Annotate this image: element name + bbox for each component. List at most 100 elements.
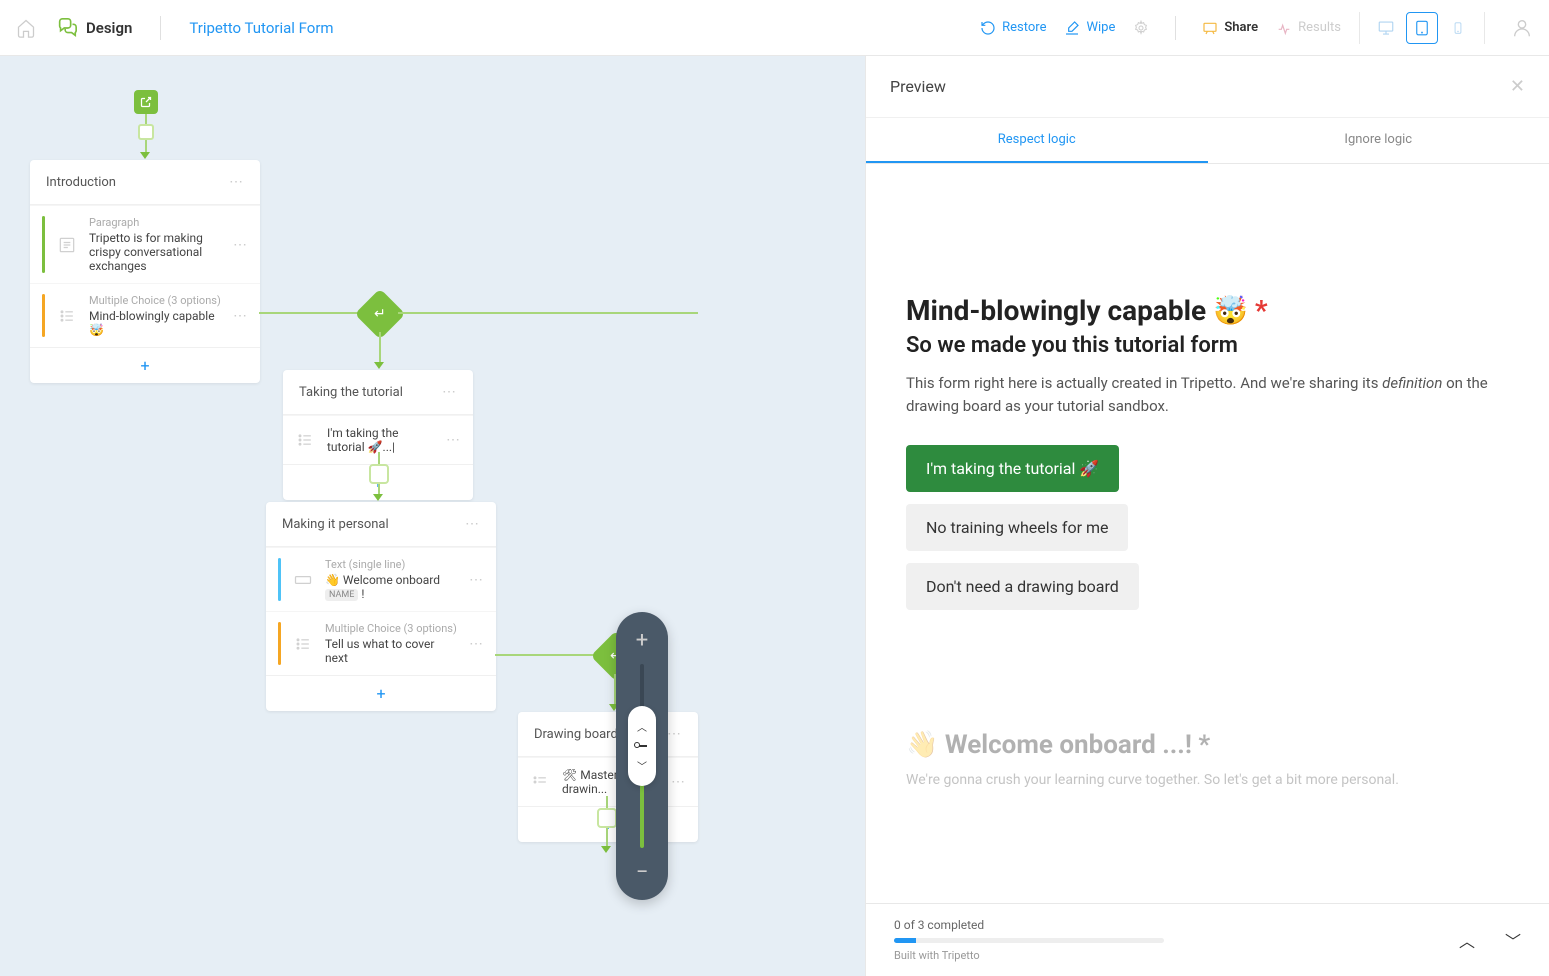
row-menu-icon[interactable]: ⋯ <box>469 572 484 588</box>
design-canvas[interactable]: Introduction ⋯ Paragraph Tripetto is for… <box>0 56 865 976</box>
upcoming-description: We're gonna crush your learning curve to… <box>906 770 1509 791</box>
zoom-in-button[interactable]: + <box>616 624 668 656</box>
divider <box>160 16 161 40</box>
node-menu-icon[interactable]: ⋯ <box>442 384 457 400</box>
arrow-icon <box>140 152 150 159</box>
upcoming-question: 👋 Welcome onboard ...! * We're gonna cru… <box>906 730 1509 791</box>
zoom-out-button[interactable]: − <box>616 856 668 888</box>
node-header[interactable]: Introduction ⋯ <box>30 160 260 205</box>
design-label: Design <box>86 19 132 37</box>
restore-icon <box>980 20 996 36</box>
node-row[interactable]: Multiple Choice (3 options) Tell us what… <box>266 611 496 675</box>
tab-respect-logic[interactable]: Respect logic <box>866 118 1208 163</box>
choice-list: I'm taking the tutorial 🚀 No training wh… <box>906 445 1509 620</box>
choice-option[interactable]: No training wheels for me <box>906 504 1128 551</box>
row-menu-icon[interactable]: ⋯ <box>671 774 686 790</box>
question-subtitle: So we made you this tutorial form <box>906 333 1509 358</box>
node-menu-icon[interactable]: ⋯ <box>667 726 682 742</box>
device-selector <box>1359 12 1485 44</box>
design-tab[interactable]: Design <box>56 17 132 39</box>
mobile-device-button[interactable] <box>1442 12 1474 44</box>
arrow-icon <box>601 846 611 853</box>
node-row[interactable]: Text (single line) 👋 Welcome onboard NAM… <box>266 547 496 611</box>
share-button[interactable]: Share <box>1202 20 1258 36</box>
start-node-icon[interactable] <box>134 90 158 114</box>
node-menu-icon[interactable]: ⋯ <box>465 516 480 532</box>
chevron-up-icon: ︿ <box>637 719 647 734</box>
home-icon[interactable] <box>16 18 36 38</box>
connector <box>398 312 698 314</box>
node-menu-icon[interactable]: ⋯ <box>229 174 244 190</box>
progress-bar <box>894 938 1164 943</box>
form-name[interactable]: Tripetto Tutorial Form <box>189 19 333 37</box>
list-icon <box>295 430 315 450</box>
close-icon[interactable]: ✕ <box>1510 76 1525 97</box>
connector-node[interactable] <box>369 464 389 484</box>
tab-ignore-logic[interactable]: Ignore logic <box>1208 118 1549 163</box>
results-button[interactable]: Results <box>1276 20 1341 36</box>
list-icon <box>530 772 550 792</box>
node-header[interactable]: Making it personal ⋯ <box>266 502 496 547</box>
question-description: This form right here is actually created… <box>906 372 1509 417</box>
row-menu-icon[interactable]: ⋯ <box>446 432 461 448</box>
results-icon <box>1276 20 1292 36</box>
tablet-device-button[interactable] <box>1406 12 1438 44</box>
desktop-device-button[interactable] <box>1370 12 1402 44</box>
text-icon <box>293 570 313 590</box>
arrow-icon <box>374 362 384 369</box>
row-menu-icon[interactable]: ⋯ <box>233 308 248 324</box>
restore-button[interactable]: Restore <box>980 20 1046 36</box>
add-row-button[interactable]: + <box>266 675 496 711</box>
paragraph-icon <box>57 235 77 255</box>
node-row[interactable]: Paragraph Tripetto is for making crispy … <box>30 205 260 283</box>
preview-header: Preview ✕ <box>866 56 1549 118</box>
connector <box>379 332 381 364</box>
slider-handle-icon <box>637 745 647 747</box>
user-icon[interactable] <box>1511 17 1533 39</box>
zoom-track[interactable]: ︿ ﹀ <box>640 664 644 848</box>
preview-title: Preview <box>890 77 946 96</box>
choice-option[interactable]: Don't need a drawing board <box>906 563 1139 610</box>
zoom-control[interactable]: + ︿ ﹀ − <box>616 612 668 900</box>
gear-icon[interactable] <box>1133 20 1149 36</box>
preview-footer: 0 of 3 completed Built with Tripetto ︿ ﹀ <box>866 903 1549 976</box>
wipe-icon <box>1064 20 1080 36</box>
multichoice-icon <box>57 306 77 326</box>
chevron-down-icon: ﹀ <box>637 758 647 773</box>
node-row[interactable]: 🛠 Mastering the drawin... ⋯ <box>518 757 698 806</box>
progress-label: 0 of 3 completed <box>894 918 1459 932</box>
share-icon <box>1202 20 1218 36</box>
connector <box>606 828 608 848</box>
toolbar-left: Design Tripetto Tutorial Form <box>16 16 334 40</box>
zoom-thumb[interactable]: ︿ ﹀ <box>628 706 656 786</box>
upcoming-title: 👋 Welcome onboard ...! * <box>906 730 1509 760</box>
row-menu-icon[interactable]: ⋯ <box>233 237 248 253</box>
node-introduction[interactable]: Introduction ⋯ Paragraph Tripetto is for… <box>30 160 260 383</box>
toolbar-right: Restore Wipe Share Results <box>980 12 1533 44</box>
wipe-button[interactable]: Wipe <box>1064 20 1115 36</box>
node-making-personal[interactable]: Making it personal ⋯ Text (single line) … <box>266 502 496 711</box>
main-layout: Introduction ⋯ Paragraph Tripetto is for… <box>0 56 1549 976</box>
row-menu-icon[interactable]: ⋯ <box>469 636 484 652</box>
credit-label: Built with Tripetto <box>894 949 1459 962</box>
chat-bubble-icon <box>56 17 78 39</box>
node-header[interactable]: Drawing board ⋯ <box>518 712 698 757</box>
preview-content[interactable]: Mind-blowingly capable 🤯 * So we made yo… <box>866 164 1549 903</box>
node-row[interactable]: Multiple Choice (3 options) Mind-blowing… <box>30 283 260 347</box>
nav-arrows: ︿ ﹀ <box>1459 928 1521 952</box>
multichoice-icon <box>293 634 313 654</box>
arrow-icon <box>373 494 383 501</box>
preview-tabs: Respect logic Ignore logic <box>866 118 1549 164</box>
preview-panel: Preview ✕ Respect logic Ignore logic Min… <box>865 56 1549 976</box>
node-header[interactable]: Taking the tutorial ⋯ <box>283 370 473 415</box>
next-button[interactable]: ﹀ <box>1505 928 1521 952</box>
prev-button[interactable]: ︿ <box>1459 928 1475 952</box>
top-toolbar: Design Tripetto Tutorial Form Restore Wi… <box>0 0 1549 56</box>
progress: 0 of 3 completed Built with Tripetto <box>894 918 1459 962</box>
start-outline[interactable] <box>138 124 154 140</box>
connector-node[interactable] <box>597 808 617 828</box>
question-title: Mind-blowingly capable 🤯 * <box>906 294 1509 327</box>
branch-icon: ↵ <box>374 306 386 322</box>
add-row-button[interactable]: + <box>30 347 260 383</box>
choice-option[interactable]: I'm taking the tutorial 🚀 <box>906 445 1119 492</box>
